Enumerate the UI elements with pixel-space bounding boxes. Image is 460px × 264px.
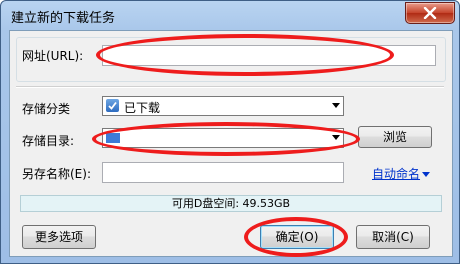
drive-icon (106, 133, 120, 143)
chevron-down-icon (332, 103, 340, 108)
url-input[interactable] (102, 45, 436, 66)
directory-label: 存储目录: (22, 134, 75, 148)
directory-select[interactable] (102, 128, 344, 148)
divider (16, 86, 444, 88)
saveas-label: 另存名称(E): (22, 167, 91, 181)
downloaded-folder-icon (106, 99, 119, 112)
auto-name-link[interactable]: 自动命名 (372, 165, 431, 182)
ok-button[interactable]: 确定(O) (260, 225, 334, 249)
cancel-button[interactable]: 取消(C) (356, 225, 430, 249)
free-space-status: 可用D盘空间: 49.53GB (20, 195, 442, 212)
title-bar[interactable]: 建立新的下载任务 (1, 1, 459, 29)
new-download-dialog: 建立新的下载任务 网址(URL): 存储分类 已下载 存储目录: 浏览 另存名称… (0, 0, 460, 264)
more-options-button[interactable]: 更多选项 (22, 225, 96, 249)
category-label: 存储分类 (22, 102, 71, 116)
close-icon (423, 7, 437, 19)
window-title: 建立新的下载任务 (11, 11, 116, 26)
dialog-body: 网址(URL): 存储分类 已下载 存储目录: 浏览 另存名称(E): 自动命名… (9, 30, 453, 257)
dropdown-arrow-icon (422, 172, 431, 177)
url-label: 网址(URL): (22, 49, 84, 63)
category-value: 已下载 (124, 101, 161, 115)
browse-button[interactable]: 浏览 (358, 126, 432, 148)
close-button[interactable] (405, 2, 455, 24)
chevron-down-icon (332, 135, 340, 140)
auto-name-label: 自动命名 (372, 167, 421, 181)
saveas-input[interactable] (102, 162, 344, 183)
category-select[interactable]: 已下载 (102, 96, 344, 116)
